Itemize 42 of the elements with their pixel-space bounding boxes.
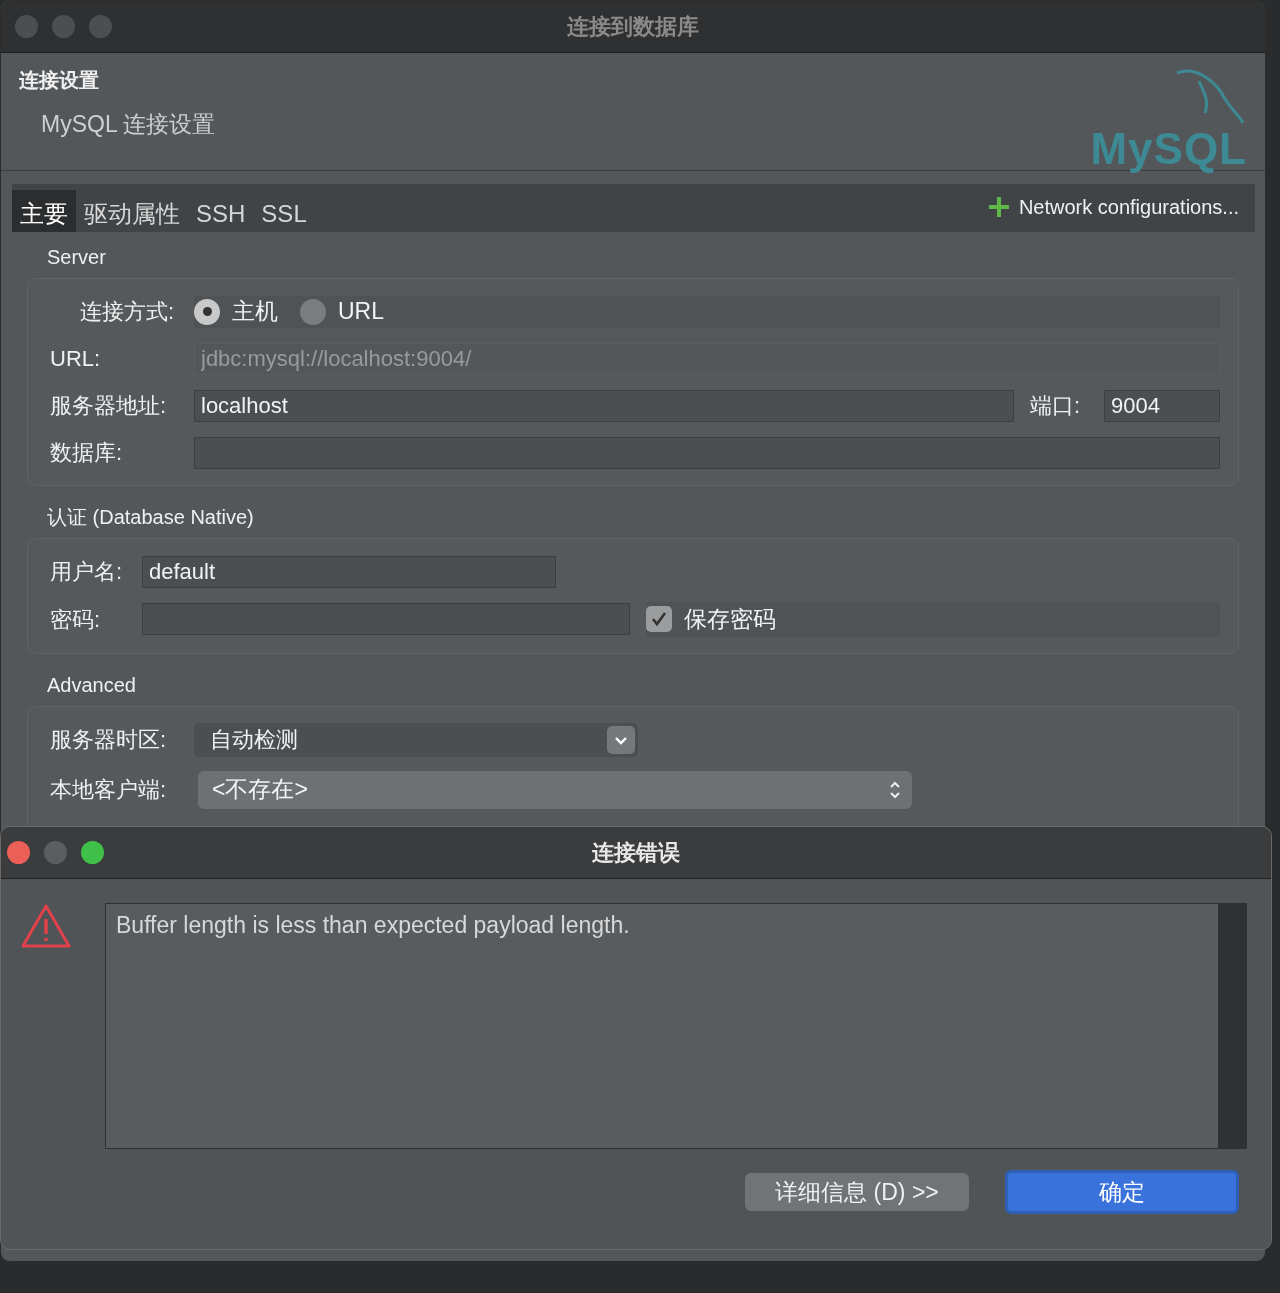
radio-button[interactable]: 主机 <box>194 294 278 329</box>
radio-button[interactable]: URL <box>300 294 384 329</box>
section-title: 连接设置 <box>19 68 100 93</box>
section-subtitle: MySQL 连接设置 <box>41 110 216 139</box>
input-field[interactable]: localhost <box>194 389 1014 422</box>
timezone-dropdown[interactable]: 自动检测 <box>194 722 638 757</box>
field-label: 服务器地址: <box>50 392 168 420</box>
local-client-dropdown[interactable]: <不存在> <box>198 770 912 809</box>
input-field[interactable] <box>194 436 1220 469</box>
group-title: Server <box>46 245 107 270</box>
field-label: 本地客户端: <box>50 776 168 804</box>
field-label: 端口: <box>1030 392 1082 420</box>
logo: MySQL <box>1090 127 1247 171</box>
group-title: 认证 (Database Native) <box>46 505 255 530</box>
plus-icon <box>986 195 1011 219</box>
dialog-title: 连接错误 <box>592 840 680 865</box>
field-label: 数据库: <box>50 439 124 467</box>
tab[interactable]: 驱动属性 <box>76 190 188 232</box>
window-control[interactable] <box>7 841 30 864</box>
input-field[interactable]: 9004 <box>1104 389 1220 422</box>
field-label: URL: <box>50 345 102 373</box>
tab[interactable]: SSL <box>253 190 315 232</box>
field-label: 密码: <box>50 605 102 634</box>
input-field[interactable] <box>142 603 630 636</box>
save-password-checkbox[interactable]: 保存密码 <box>646 602 1220 637</box>
window-control[interactable] <box>81 841 104 864</box>
updown-icon <box>888 779 902 800</box>
window-title: 连接到数据库 <box>567 14 699 39</box>
field-label: 用户名: <box>50 558 124 586</box>
input-field[interactable]: default <box>142 555 556 588</box>
field-label: 服务器时区: <box>50 726 168 754</box>
tab[interactable]: 主要 <box>12 190 76 232</box>
check-icon <box>650 610 668 629</box>
error-message: Buffer length is less than expected payload length. <box>115 911 631 940</box>
scrollbar[interactable] <box>1218 904 1246 1148</box>
ok-button[interactable]: 确定 <box>1005 1170 1239 1214</box>
network-configurations-button[interactable]: Network configurations... <box>986 192 1255 232</box>
details-button[interactable]: 详细信息 (D) >> <box>745 1173 969 1211</box>
group-title: Advanced <box>46 672 137 698</box>
warning-icon <box>21 903 71 949</box>
field-label: 连接方式: <box>78 298 175 326</box>
tab[interactable]: SSH <box>188 190 254 232</box>
